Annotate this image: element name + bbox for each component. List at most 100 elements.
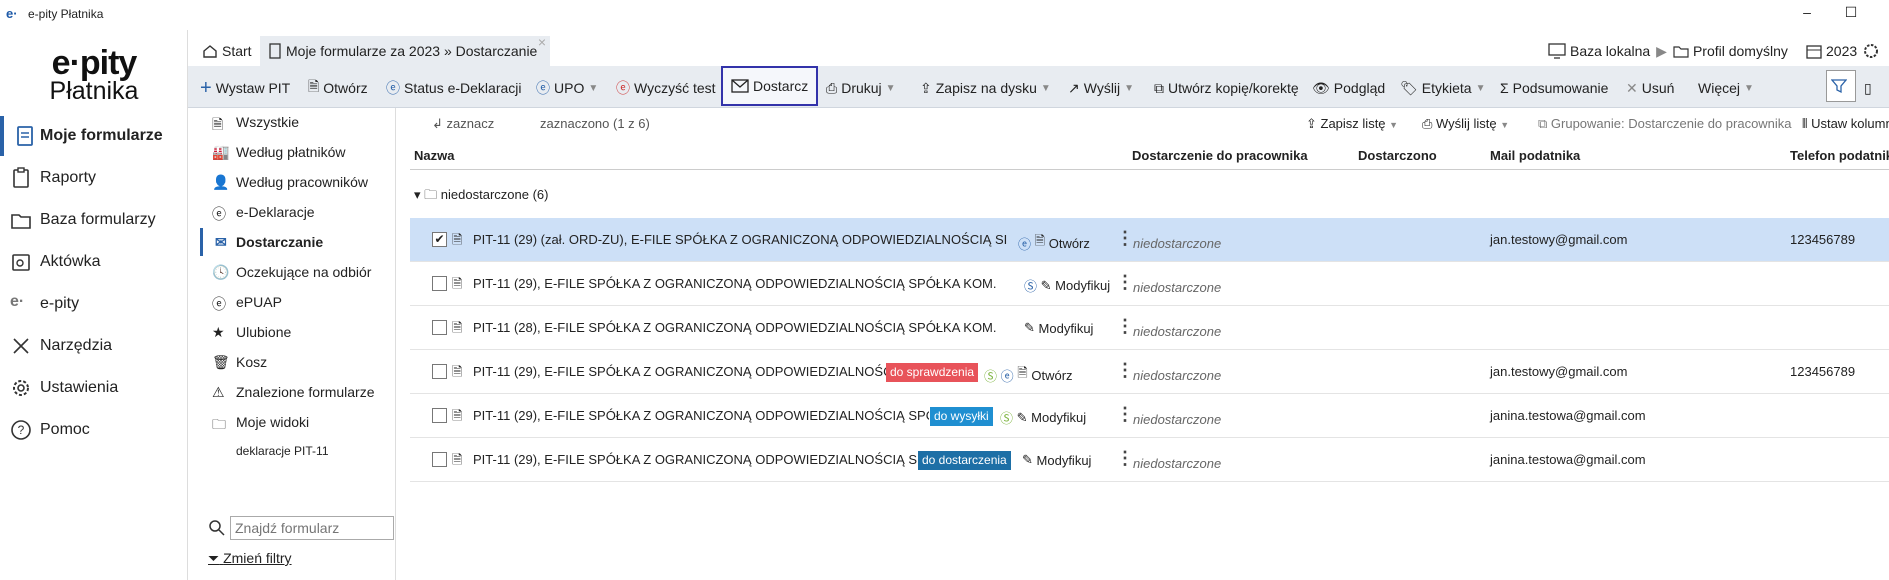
pending-icon: 🕓 [212, 264, 230, 280]
dropdown-arrow-icon: ▼ [1389, 120, 1399, 130]
table-row[interactable]: 🗎 PIT-11 (29), E-FILE SPÓŁKA Z OGRANICZO… [410, 350, 1889, 394]
view-moje-widoki[interactable]: 🗀 Moje widoki [200, 408, 396, 436]
dropdown-arrow-icon[interactable]: ▼ [1744, 83, 1754, 94]
row-menu-icon[interactable]: ⋮ [1116, 316, 1134, 337]
row-menu-icon[interactable]: ⋮ [1116, 360, 1134, 381]
view-wszystkie[interactable]: 🗎 Wszystkie [200, 108, 396, 136]
view-oczekujace[interactable]: 🕓 Oczekujące na odbiór [200, 258, 396, 286]
nav-item-moje-formularze[interactable]: Moje formularze [0, 116, 188, 156]
status-e-deklaracji-button[interactable]: ⓔ Status e-Deklaracji [386, 76, 522, 100]
dropdown-arrow-icon[interactable]: ▼ [1041, 83, 1051, 94]
row-checkbox[interactable] [432, 364, 447, 379]
maximize-button[interactable]: ☐ [1836, 4, 1866, 21]
document-icon: 🗎 [452, 408, 463, 423]
wiecej-button[interactable]: Więcej ▼ [1698, 76, 1754, 100]
row-menu-icon[interactable]: ⋮ [1116, 404, 1134, 425]
table-row[interactable]: ✔ 🗎 PIT-11 (29) (zał. ORD-ZU), E-FILE SP… [410, 218, 1889, 262]
zapisz-na-dysku-button[interactable]: ⇪ Zapisz na dysku ▼ [920, 76, 1051, 100]
grupowanie-button[interactable]: ⧉ Grupowanie: Dostarczenie do pracownika [1538, 116, 1792, 132]
tab-close-icon[interactable]: × [538, 34, 546, 50]
row-checkbox[interactable] [432, 452, 447, 467]
nav-item-baza-formularzy[interactable]: Baza formularzy [0, 200, 188, 240]
search-input[interactable] [230, 516, 394, 540]
zaznacz-button[interactable]: ↲ zaznacz [432, 116, 494, 132]
nav-item-raporty[interactable]: Raporty [0, 158, 188, 198]
view-dostarczanie[interactable]: ✉ Dostarczanie [200, 228, 396, 256]
table-row[interactable]: 🗎 PIT-11 (28), E-FILE SPÓŁKA Z OGRANICZO… [410, 306, 1889, 350]
views-panel: 🗎 Wszystkie 🏭 Według płatników 👤 Według pra… [200, 108, 396, 580]
row-mail: jan.testowy@gmail.com [1490, 232, 1628, 247]
view-wedlug-platnikow[interactable]: 🏭 Według płatników [200, 138, 396, 166]
db-selector[interactable]: Baza lokalna ▶ Profil domyślny [1540, 36, 1796, 66]
nav-item-aktowka[interactable]: Aktówka [0, 242, 188, 282]
drukuj-button[interactable]: ⎙ Drukuj ▼ [826, 76, 896, 100]
zmien-filtry-link[interactable]: ⏷ Zmień filtry [208, 550, 292, 567]
view-kosz[interactable]: 🗑 Kosz [200, 348, 396, 376]
row-action-button[interactable]: ✎ Modyfikuj [1024, 320, 1093, 336]
wyczysc-test-button[interactable]: ⓔ Wyczyść test [616, 76, 716, 100]
button-label: Wyślij [1083, 80, 1121, 96]
profile-label: Profil domyślny [1692, 43, 1788, 59]
utworz-kopie-button[interactable]: ⧉ Utwórz kopię/korektę [1154, 76, 1299, 100]
tab-start[interactable]: Start [194, 36, 260, 66]
usun-button[interactable]: ✕ Usuń [1626, 76, 1674, 100]
upo-button[interactable]: ⓔ UPO ▼ [536, 76, 598, 100]
collapse-arrow-icon[interactable]: ▾ [414, 187, 421, 202]
column-header-telefon[interactable]: Telefon podatnika [1790, 148, 1889, 163]
wyslij-button[interactable]: ↗ Wyślij ▼ [1068, 76, 1134, 100]
tab-moje-formularze[interactable]: Moje formularze za 2023 » Dostarczanie × [260, 34, 550, 66]
column-header-nazwa[interactable]: Nazwa [414, 148, 454, 163]
row-action-button[interactable]: ✎ Modyfikuj [1022, 452, 1091, 468]
nav-item-ustawienia[interactable]: Ustawienia [0, 368, 188, 408]
dropdown-arrow-icon[interactable]: ▼ [588, 83, 598, 94]
row-menu-icon[interactable]: ⋮ [1116, 272, 1134, 293]
view-znalezione[interactable]: ⚠ Znalezione formularze [200, 378, 396, 406]
otworz-button[interactable]: 🗎 Otwórz [308, 76, 368, 100]
row-action-button[interactable]: Ⓢ ⓔ 🗎 Otwórz [984, 364, 1073, 386]
row-menu-icon[interactable]: ⋮ [1116, 228, 1134, 249]
row-action-button[interactable]: Ⓢ ✎ Modyfikuj [1024, 276, 1110, 295]
row-checkbox[interactable] [432, 408, 447, 423]
row-checkbox[interactable] [432, 276, 447, 291]
row-checkbox[interactable]: ✔ [432, 232, 447, 247]
view-wedlug-pracownikow[interactable]: 👤 Według pracowników [200, 168, 396, 196]
document-icon: 🗎 [452, 232, 463, 247]
podsumowanie-button[interactable]: Σ Podsumowanie [1500, 76, 1608, 100]
wystaw-pit-button[interactable]: + Wystaw PIT [200, 76, 290, 100]
etykieta-button[interactable]: 🏷 Etykieta ▼ [1400, 76, 1486, 100]
row-checkbox[interactable] [432, 320, 447, 335]
settings-button[interactable] [1854, 36, 1888, 66]
dostarcz-button[interactable]: Dostarcz [721, 66, 819, 106]
document-icon: 🗎 [452, 320, 463, 335]
view-deklaracje-pit-11[interactable]: deklaracje PIT-11 [236, 444, 329, 458]
table-row[interactable]: 🗎 PIT-11 (29), E-FILE SPÓŁKA Z OGRANICZO… [410, 438, 1889, 482]
envelope-icon: ✉ [215, 234, 227, 250]
nav-item-pomoc[interactable]: ? Pomoc [0, 410, 188, 450]
wyslij-liste-button[interactable]: ⎙ Wyślij listę ▼ [1422, 116, 1509, 132]
view-e-deklaracje[interactable]: ⓔ e-Deklaracje [200, 198, 396, 226]
column-header-mail[interactable]: Mail podatnika [1490, 148, 1580, 163]
nav-item-narzedzia[interactable]: Narzędzia [0, 326, 188, 366]
podglad-button[interactable]: 👁 Podgląd [1312, 76, 1385, 100]
table-row[interactable]: 🗎 PIT-11 (29), E-FILE SPÓŁKA Z OGRANICZO… [410, 262, 1889, 306]
nav-item-e-pity[interactable]: e· e-pity [0, 284, 188, 324]
minimize-button[interactable]: – [1792, 4, 1822, 20]
view-epuap[interactable]: ⓔ ePUAP [200, 288, 396, 316]
dropdown-arrow-icon[interactable]: ▼ [1476, 83, 1486, 94]
row-menu-icon[interactable]: ⋮ [1116, 448, 1134, 469]
ustaw-kolumny-button[interactable]: ⫴ Ustaw kolumny [1802, 116, 1889, 132]
view-ulubione[interactable]: ★ Ulubione [200, 318, 396, 346]
button-label: Grupowanie: Dostarczenie do pracownika [1550, 116, 1792, 131]
table-row[interactable]: 🗎 PIT-11 (29), E-FILE SPÓŁKA Z OGRANICZO… [410, 394, 1889, 438]
panel-toggle-button[interactable]: ▯ [1864, 76, 1872, 100]
column-header-dostarczono[interactable]: Dostarczono [1358, 148, 1437, 163]
open-icon: 🗎 [1034, 233, 1046, 248]
row-action-button[interactable]: ⓔ 🗎 Otwórz [1018, 232, 1090, 254]
zapisz-liste-button[interactable]: ⇪ Zapisz listę ▼ [1306, 116, 1398, 132]
column-header-dostarczenie[interactable]: Dostarczenie do pracownika [1132, 148, 1308, 163]
filter-toggle-button[interactable] [1826, 70, 1856, 102]
group-header[interactable]: ▾ 🗀 niedostarczone (6) [414, 186, 548, 208]
dropdown-arrow-icon[interactable]: ▼ [886, 83, 896, 94]
dropdown-arrow-icon[interactable]: ▼ [1124, 83, 1134, 94]
row-action-button[interactable]: Ⓢ ✎ Modyfikuj [1000, 408, 1086, 427]
